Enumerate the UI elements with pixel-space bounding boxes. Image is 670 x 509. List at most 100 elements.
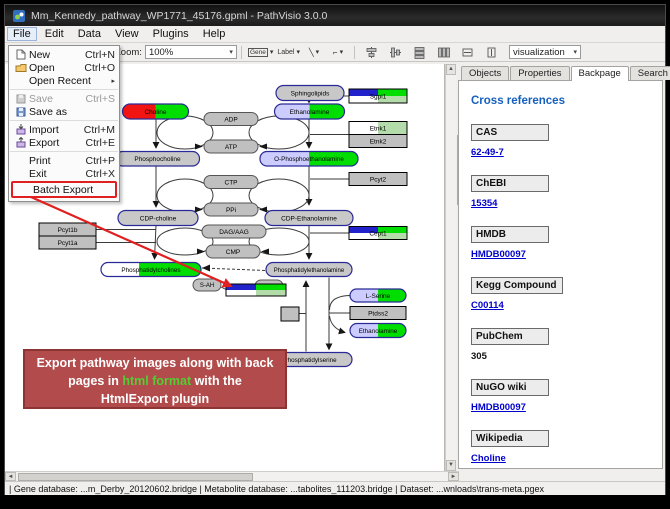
gene-node-hidden-small [281, 307, 299, 321]
cross-references-heading: Cross references [471, 95, 662, 107]
node-label: CDP-choline [140, 215, 177, 222]
match-width-button[interactable] [456, 45, 478, 60]
backpage-section: Wikipedia Choline [471, 428, 662, 464]
section-header-pubchem: PubChem [471, 328, 549, 345]
xref-link[interactable]: HMDB00097 [471, 402, 526, 413]
node-label: Cept1 [369, 230, 387, 237]
section-header-kegg: Kegg Compound [471, 277, 563, 294]
zoom-value: 100% [149, 47, 173, 58]
tab-properties[interactable]: Properties [510, 66, 569, 80]
horizontal-scroll-thumb[interactable] [18, 473, 253, 481]
visualization-combobox[interactable]: visualization ▾ [509, 45, 581, 59]
canvas-vertical-scrollbar[interactable]: ▲ ▼ [445, 64, 456, 471]
menu-view[interactable]: View [109, 27, 145, 41]
file-menu-open[interactable]: Open Ctrl+O [9, 61, 119, 74]
save-as-icon [12, 107, 29, 117]
scroll-right-icon[interactable]: ► [448, 472, 459, 481]
canvas-horizontal-scrollbar[interactable]: ◄ ► [5, 471, 459, 481]
node-label: Ptdss2 [368, 310, 388, 317]
scroll-left-icon[interactable]: ◄ [5, 472, 16, 481]
backpage-section: HMDB HMDB00097 [471, 224, 662, 260]
file-menu-print[interactable]: Print Ctrl+P [9, 154, 119, 167]
node-o-phosphoethanolamine: O-Phosphoethanolamine [260, 152, 358, 167]
gene-node-etnk1: Etnk1 [349, 122, 407, 135]
node-cdp-ethanolamine: CDP-Ethanolamine [265, 211, 353, 226]
datanode-tool-button[interactable]: Gene ▾ [247, 45, 274, 60]
node-label: Ethanolamine [290, 109, 330, 116]
chevron-down-icon: ▾ [229, 48, 233, 56]
gene-node-cept1: Cept1 [349, 227, 407, 240]
scroll-down-icon[interactable]: ▼ [446, 460, 456, 471]
backpage-section: NuGO wiki HMDB00097 [471, 377, 662, 413]
node-ethanolamine: Ethanolamine [275, 104, 345, 119]
section-header-hmdb: HMDB [471, 226, 549, 243]
node-label: Etnk1 [370, 125, 387, 132]
annotation-line2: pages in [68, 374, 122, 388]
zoom-combobox[interactable]: 100% ▾ [145, 45, 237, 59]
menu-bar: File Edit Data View Plugins Help [5, 26, 665, 43]
menu-edit[interactable]: Edit [39, 27, 70, 41]
node-label: Ethanolamine [359, 328, 398, 335]
file-menu-batch-export[interactable]: Batch Export [11, 181, 117, 198]
stack-vertical-icon [413, 46, 426, 59]
backpage-panel: Cross references CAS 62-49-7 ChEBI 15354… [458, 80, 663, 469]
chevron-down-icon: ▾ [270, 48, 274, 56]
node-label: Phosphocholine [134, 156, 181, 163]
backpage-section: ChEBI 15354 [471, 173, 662, 209]
node-label: Etnk2 [370, 138, 387, 145]
side-panel: Objects Properties Backpage Search Legen… [456, 64, 665, 471]
gene-node-etnk2: Etnk2 [349, 135, 407, 148]
visualization-value: visualization [513, 47, 565, 58]
node-label: S-AH [200, 283, 214, 289]
node-label: Phosphatidylcholines [121, 267, 180, 274]
line-tool-button[interactable]: ╲ ▾ [303, 45, 325, 60]
tab-search[interactable]: Search [630, 66, 670, 80]
node-label: ATP [225, 144, 237, 151]
new-file-icon [12, 49, 29, 60]
label-tool-button[interactable]: Label ▾ [276, 45, 301, 60]
chevron-down-icon: ▾ [297, 48, 301, 56]
scroll-up-icon[interactable]: ▲ [446, 64, 456, 75]
node-label: Phosphatidylethanolamine [274, 268, 345, 274]
gene-node-pcyt1b: Pcyt1b [39, 223, 96, 236]
tab-backpage[interactable]: Backpage [571, 66, 629, 81]
menu-file[interactable]: File [7, 27, 37, 41]
menu-plugins[interactable]: Plugins [147, 27, 195, 41]
file-menu-new[interactable]: New Ctrl+N [9, 48, 119, 61]
line-tool-icon: ╲ [309, 48, 314, 57]
node-label: DAG/AAG [219, 229, 249, 236]
xref-link[interactable]: 62-49-7 [471, 147, 504, 158]
menu-data[interactable]: Data [72, 27, 107, 41]
match-height-button[interactable] [480, 45, 502, 60]
chevron-down-icon: ▾ [574, 48, 578, 56]
xref-link[interactable]: HMDB00097 [471, 249, 526, 260]
align-center-button[interactable] [360, 45, 382, 60]
stack-vertical-button[interactable] [408, 45, 430, 60]
file-menu-save-as[interactable]: Save as [9, 105, 119, 118]
file-menu-export[interactable]: Export Ctrl+E [9, 136, 119, 149]
xref-link[interactable]: Choline [471, 453, 506, 464]
align-middle-icon [389, 46, 402, 59]
menu-help[interactable]: Help [197, 27, 232, 41]
file-menu-import[interactable]: Import Ctrl+M [9, 123, 119, 136]
stack-horizontal-icon [437, 46, 450, 59]
node-label: L-Serine [366, 293, 391, 300]
stack-horizontal-button[interactable] [432, 45, 454, 60]
file-menu-open-recent[interactable]: Open Recent ▸ [9, 74, 119, 87]
file-menu-exit[interactable]: Exit Ctrl+X [9, 167, 119, 180]
connector-tool-button[interactable]: ⌐ ▾ [327, 45, 349, 60]
node-phosphocholine: Phosphocholine [116, 152, 200, 167]
align-center-icon [365, 46, 378, 59]
xref-link[interactable]: 15354 [471, 198, 497, 209]
pathvisio-logo-icon [13, 10, 25, 22]
align-middle-button[interactable] [384, 45, 406, 60]
file-menu-save[interactable]: Save Ctrl+S [9, 92, 119, 105]
connector-tool-icon: ⌐ [333, 48, 338, 57]
section-header-nugo: NuGO wiki [471, 379, 549, 396]
node-ethanolamine-2: Ethanolamine [350, 324, 406, 338]
backpage-section: Kegg Compound C00114 [471, 275, 662, 311]
gene-node-partially-hidden [226, 284, 286, 296]
tab-objects[interactable]: Objects [461, 66, 509, 80]
save-icon [12, 94, 29, 104]
xref-link[interactable]: C00114 [471, 300, 504, 311]
